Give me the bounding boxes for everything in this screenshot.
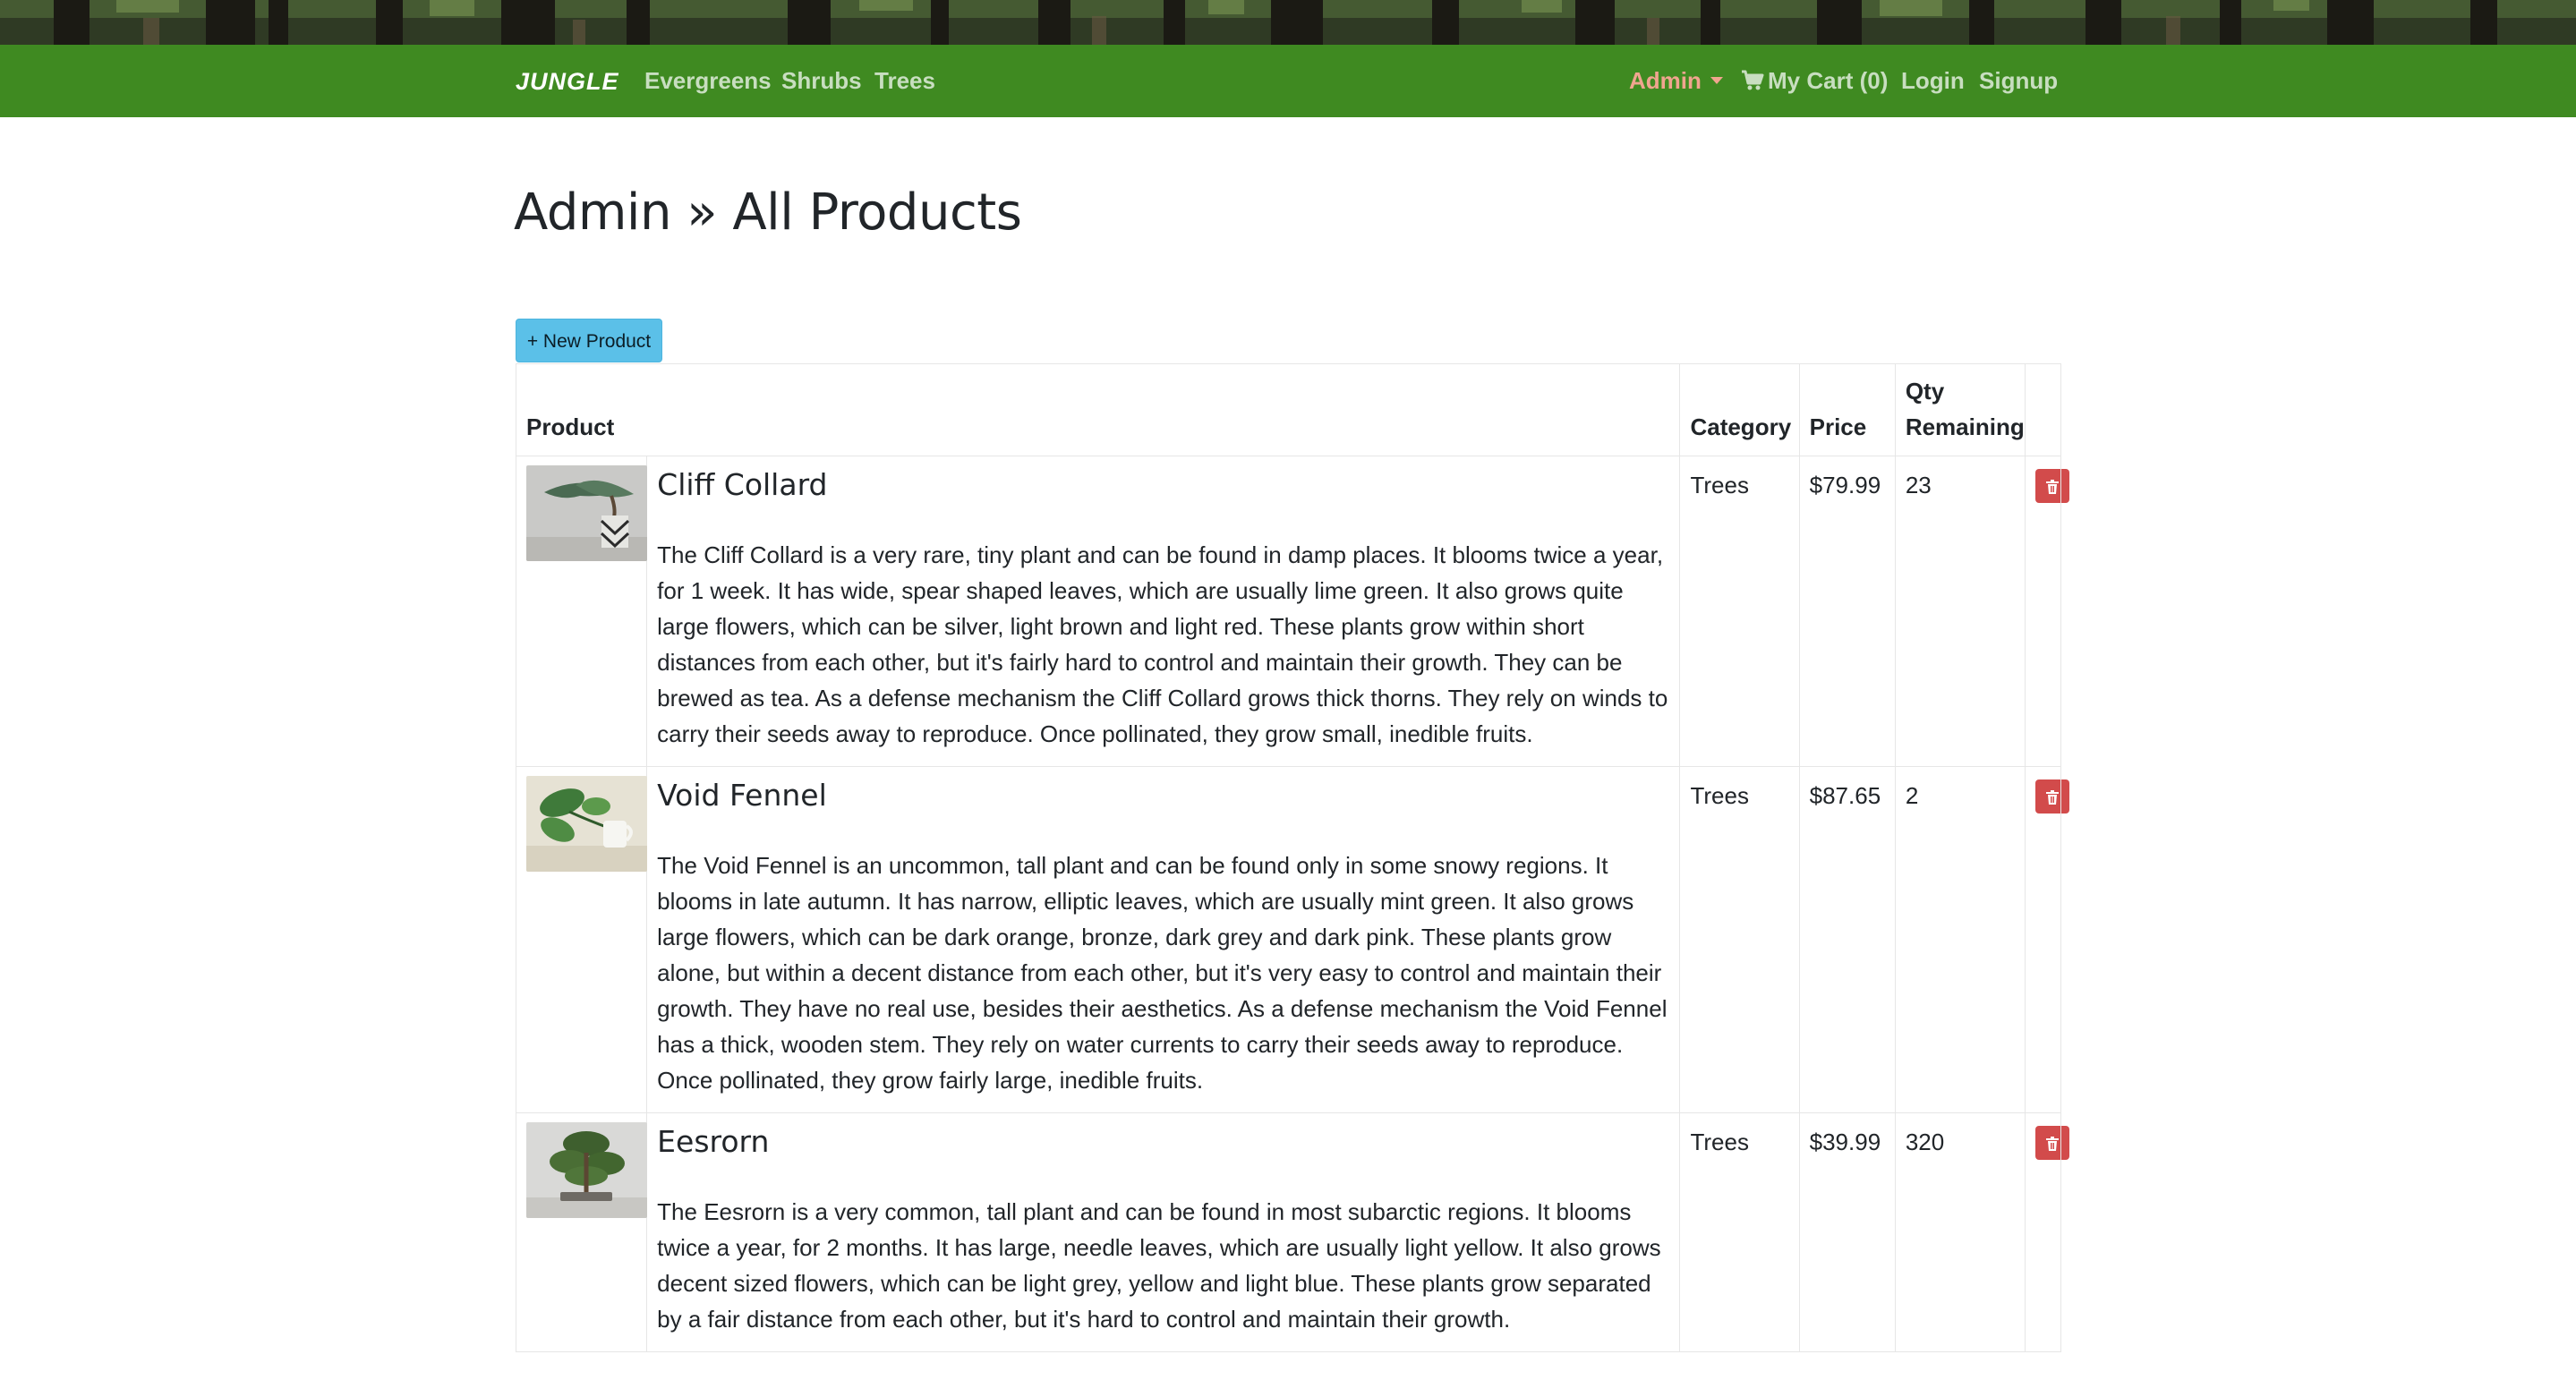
nav-link-evergreens[interactable]: Evergreens (644, 67, 772, 95)
product-actions-cell (2024, 766, 2069, 1113)
table-row: Void Fennel The Void Fennel is an uncomm… (515, 766, 2069, 1113)
product-info-cell: Void Fennel The Void Fennel is an uncomm… (646, 766, 1681, 1113)
product-info-cell: Cliff Collard The Cliff Collard is a ver… (646, 456, 1681, 767)
shopping-cart-icon (1741, 70, 1764, 98)
product-image-cell (515, 456, 648, 767)
table-header-row: Product Category Price Qty Remaining (515, 363, 2062, 456)
column-header-category: Category (1679, 363, 1800, 456)
navbar-inner: JUNGLE Evergreens Shrubs Trees Admin My … (516, 45, 2058, 117)
product-image-cell (515, 766, 648, 1113)
product-category: Trees (1679, 456, 1800, 767)
product-category: Trees (1679, 1112, 1800, 1352)
trash-icon (2045, 1125, 2059, 1161)
product-name: Void Fennel (657, 778, 827, 813)
product-description: The Cliff Collard is a very rare, tiny p… (657, 541, 1668, 747)
cart-link[interactable]: My Cart (0) (1741, 67, 1888, 98)
product-actions-cell (2024, 1112, 2069, 1352)
brand-logo[interactable]: JUNGLE (516, 68, 619, 96)
cart-label: My Cart (0) (1768, 67, 1889, 94)
product-qty: 23 (1894, 456, 2026, 767)
nav-link-trees[interactable]: Trees (874, 67, 935, 95)
delete-product-button[interactable] (2034, 779, 2069, 814)
login-link[interactable]: Login (1901, 67, 1965, 95)
table-row: Cliff Collard The Cliff Collard is a ver… (515, 456, 2069, 767)
product-image-cell (515, 1112, 648, 1352)
product-image-void-fennel (526, 776, 647, 872)
delete-product-button[interactable] (2034, 468, 2069, 504)
trash-icon (2045, 779, 2059, 814)
page-title: Admin » All Products (514, 183, 1022, 242)
nav-link-shrubs[interactable]: Shrubs (781, 67, 862, 95)
forest-header-banner (0, 0, 2576, 45)
new-product-button[interactable]: + New Product (516, 319, 662, 362)
delete-product-button[interactable] (2034, 1125, 2069, 1161)
admin-dropdown[interactable]: Admin (1629, 67, 1723, 95)
product-price: $39.99 (1798, 1112, 1896, 1352)
navbar: JUNGLE Evergreens Shrubs Trees Admin My … (0, 45, 2576, 117)
product-qty: 2 (1894, 766, 2026, 1113)
admin-label: Admin (1629, 67, 1702, 94)
product-category: Trees (1679, 766, 1800, 1113)
product-name: Eesrorn (657, 1124, 770, 1159)
product-name: Cliff Collard (657, 467, 828, 502)
column-header-qty-remaining: Qty Remaining (1894, 363, 2026, 456)
caret-down-icon (1710, 77, 1723, 84)
column-header-product: Product (515, 363, 1681, 456)
product-price: $79.99 (1798, 456, 1896, 767)
product-image-eesrorn (526, 1122, 647, 1218)
table-row: Eesrorn The Eesrorn is a very common, ta… (515, 1112, 2069, 1352)
product-description: The Eesrorn is a very common, tall plant… (657, 1198, 1661, 1333)
product-image-cliff-collard (526, 465, 647, 561)
product-description: The Void Fennel is an uncommon, tall pla… (657, 852, 1668, 1094)
signup-link[interactable]: Signup (1979, 67, 2058, 95)
product-actions-cell (2024, 456, 2069, 767)
column-header-price: Price (1798, 363, 1896, 456)
product-qty: 320 (1894, 1112, 2026, 1352)
product-price: $87.65 (1798, 766, 1896, 1113)
products-table: Product Category Price Qty Remaining Cli… (515, 363, 2069, 1352)
product-info-cell: Eesrorn The Eesrorn is a very common, ta… (646, 1112, 1681, 1352)
trash-icon (2045, 468, 2059, 504)
column-header-actions (2024, 363, 2062, 456)
